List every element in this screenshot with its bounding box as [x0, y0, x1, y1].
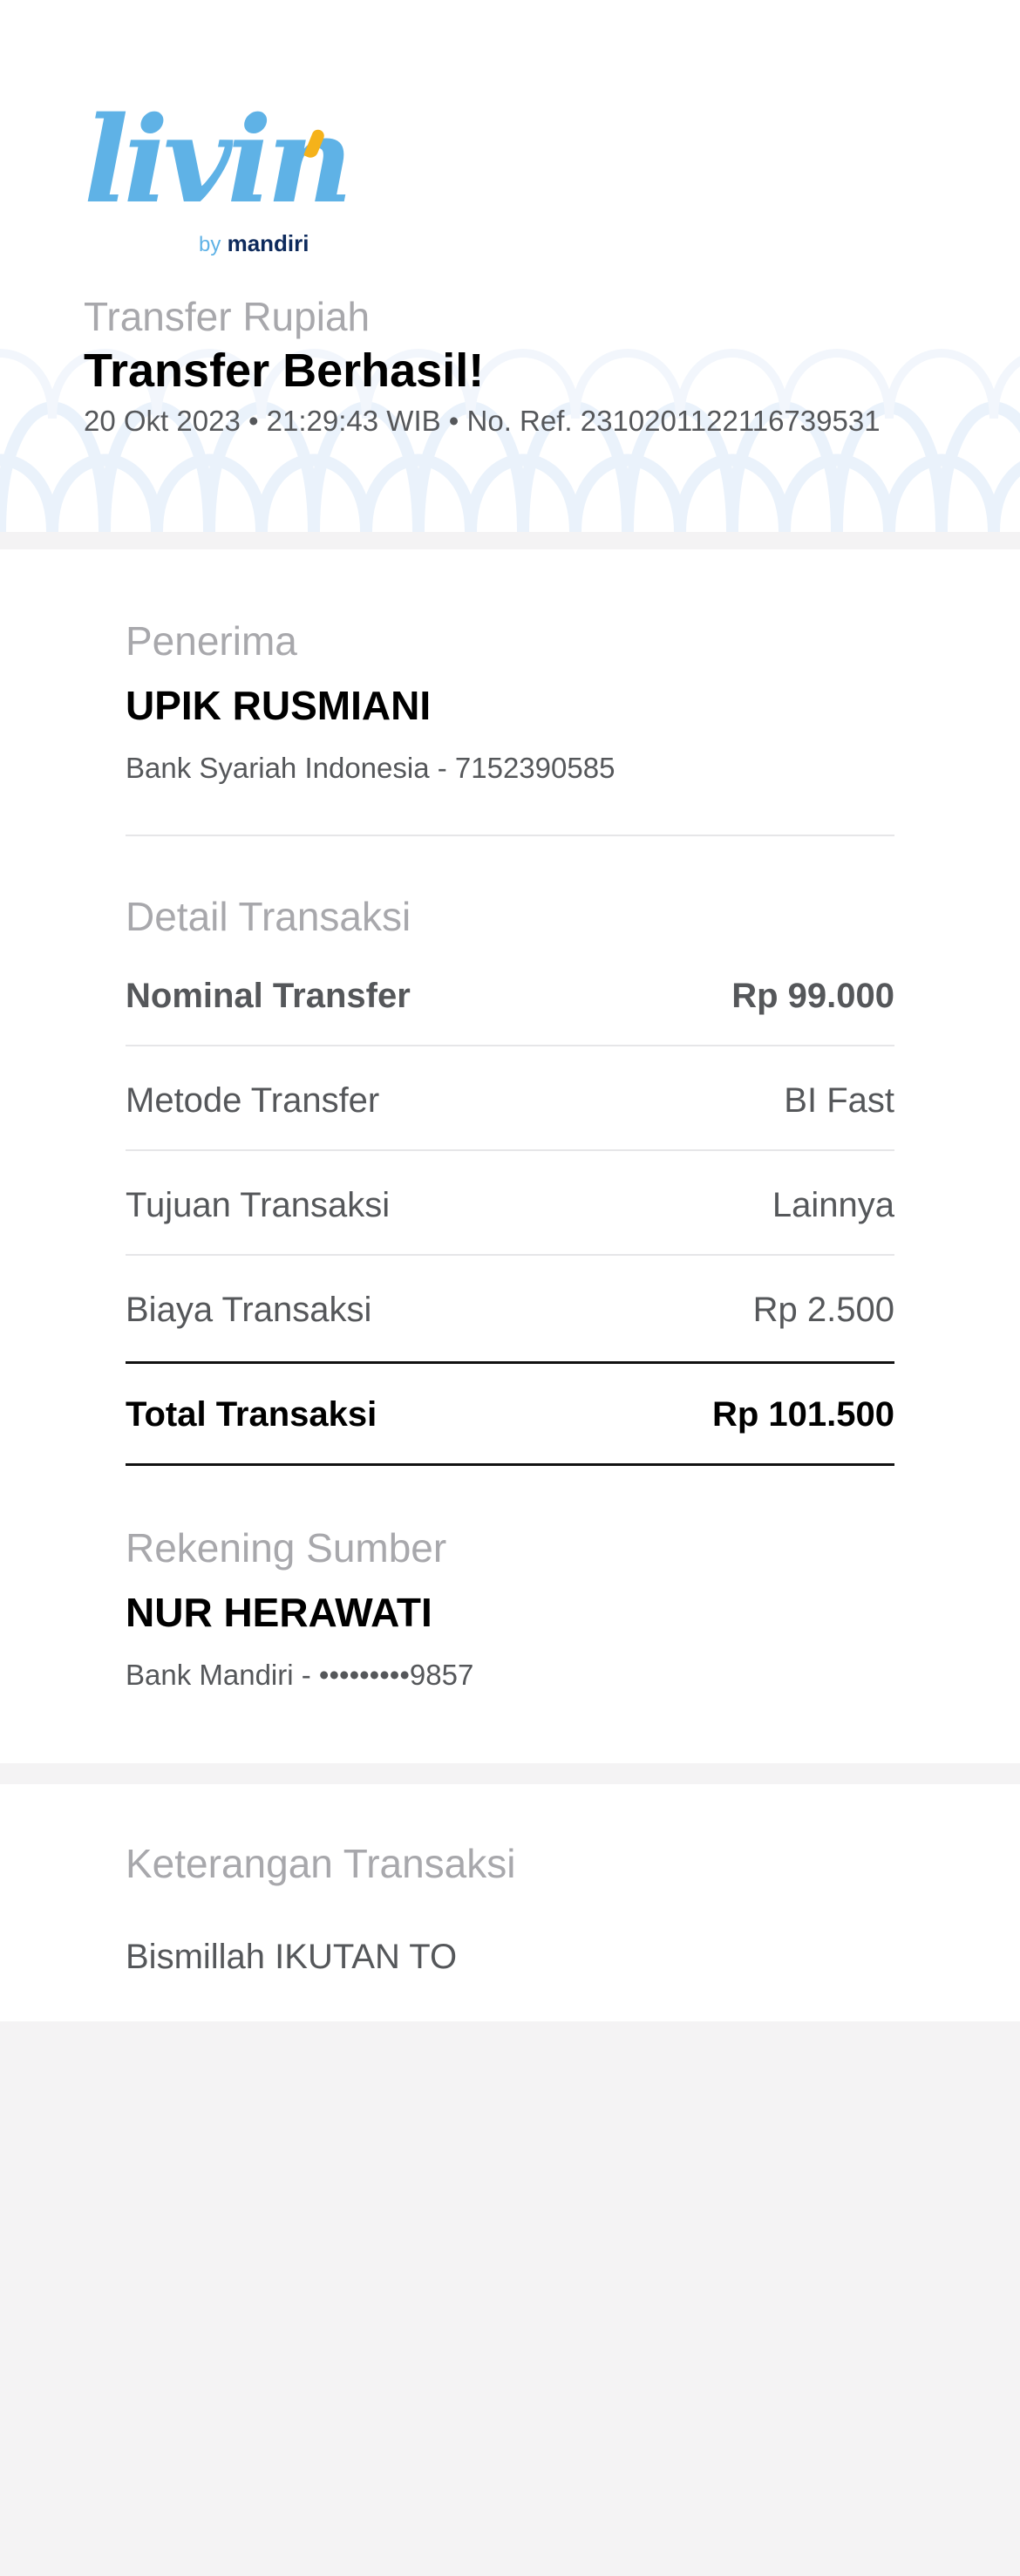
- status-title: Transfer Berhasil!: [84, 344, 485, 397]
- transaction-card: Penerima UPIK RUSMIANI Bank Syariah Indo…: [0, 549, 1020, 1763]
- total-bottom-rule: [126, 1463, 894, 1466]
- recipient-section-title: Penerima: [126, 618, 297, 664]
- note-card: Keterangan Transaksi Bismillah IKUTAN TO: [0, 1784, 1020, 2021]
- recipient-bank-account: Bank Syariah Indonesia - 7152390585: [126, 752, 615, 784]
- logo-wordmark: livin: [84, 91, 353, 230]
- logo-subtitle: by mandiri: [199, 230, 309, 256]
- transfer-type: Transfer Rupiah: [84, 294, 371, 339]
- total-top-rule: [126, 1361, 894, 1364]
- divider: [126, 1254, 894, 1256]
- transaction-meta: 20 Okt 2023 • 21:29:43 WIB • No. Ref. 23…: [84, 405, 881, 437]
- divider: [126, 835, 894, 836]
- details-section-title: Detail Transaksi: [126, 894, 411, 939]
- transfer-receipt: livin by mandiri Transfer Rupiah Transfe…: [0, 0, 1020, 2576]
- source-account-name: NUR HERAWATI: [126, 1590, 432, 1635]
- livin-logo: livin by mandiri: [84, 101, 353, 260]
- source-section-title: Rekening Sumber: [126, 1525, 447, 1571]
- detail-row-total: Total Transaksi Rp 101.500: [126, 1394, 894, 1434]
- detail-row-fee: Biaya Transaksi Rp 2.500: [126, 1290, 894, 1329]
- divider: [126, 1045, 894, 1046]
- source-bank-account: Bank Mandiri - •••••••••9857: [126, 1659, 474, 1691]
- recipient-name: UPIK RUSMIANI: [126, 683, 432, 728]
- detail-row-method: Metode Transfer BI Fast: [126, 1080, 894, 1120]
- detail-row-nominal: Nominal Transfer Rp 99.000: [126, 976, 894, 1015]
- note-text: Bismillah IKUTAN TO: [126, 1938, 458, 1976]
- divider: [126, 1149, 894, 1151]
- receipt-header: livin by mandiri Transfer Rupiah Transfe…: [0, 0, 1020, 532]
- note-section-title: Keterangan Transaksi: [126, 1841, 516, 1886]
- detail-row-purpose: Tujuan Transaksi Lainnya: [126, 1185, 894, 1224]
